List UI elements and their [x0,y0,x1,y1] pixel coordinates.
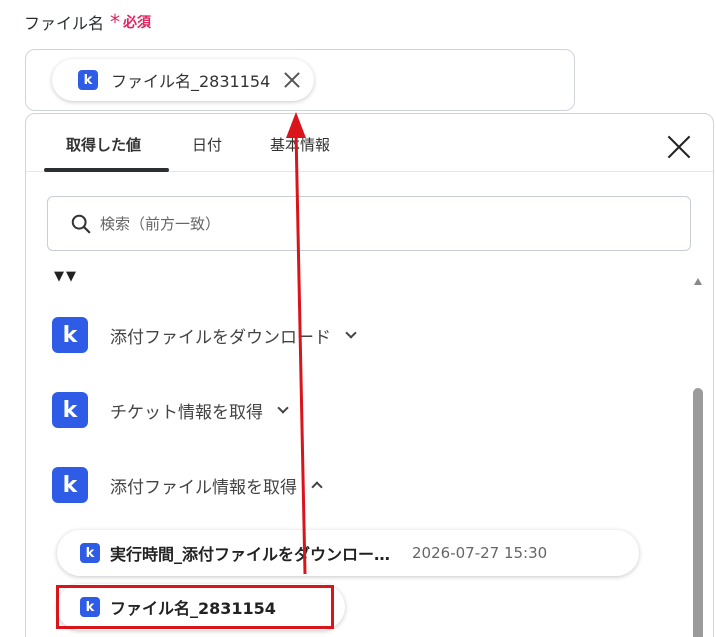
chip-label: ファイル名_2831154 [111,72,271,91]
tab-basic-info[interactable]: 基本情報 [270,134,330,155]
field-label-text: ファイル名 [24,14,105,33]
required-star: * [110,10,121,34]
section-get-ticket-info[interactable]: k チケット情報を取得 [52,390,289,430]
search-box[interactable] [47,196,691,251]
required-text: 必須 [123,15,152,31]
tab-bar: 取得した値 日付 基本情報 [26,114,713,172]
section-label: 添付ファイルをダウンロード [110,327,331,348]
tab-acquired-values[interactable]: 取得した値 [66,134,141,155]
value-picker-panel: 取得した値 日付 基本情報 ▼▼ k 添付ファイルをダウンロード k チケット情… [25,113,714,637]
scrollbar[interactable] [691,274,705,637]
tab-date[interactable]: 日付 [192,134,222,155]
scrollbar-thumb[interactable] [693,388,703,637]
chevron-down-icon [345,327,357,339]
item-label: 実行時間_添付ファイルをダウンロー… [110,545,391,564]
chevron-down-icon [277,402,289,414]
k-icon: k [52,467,88,503]
search-icon [71,214,91,233]
k-icon: k [78,70,98,90]
section-label: チケット情報を取得 [110,402,263,423]
item-label: ファイル名_2831154 [110,599,276,618]
chevron-up-icon [311,481,323,493]
search-input[interactable] [100,214,660,233]
section-get-attachment-info[interactable]: k 添付ファイル情報を取得 [52,465,323,505]
section-label: 添付ファイル情報を取得 [110,477,297,498]
section-download-attachment[interactable]: k 添付ファイルをダウンロード [52,315,357,355]
filename-field[interactable]: k ファイル名_2831154 [25,49,575,111]
scroll-up-icon[interactable] [694,278,702,285]
k-icon: k [52,392,88,428]
active-tab-indicator [44,168,169,172]
close-icon[interactable] [666,134,692,160]
item-value: 2026-07-27 15:30 [412,544,548,562]
k-icon: k [80,543,100,563]
value-chip[interactable]: k ファイル名_2831154 [52,59,315,101]
list-item[interactable]: k 実行時間_添付ファイルをダウンロー… 2026-07-27 15:30 [57,530,639,576]
collapse-all-icon[interactable]: ▼▼ [54,269,78,284]
list-item[interactable]: k ファイル名_2831154 [57,584,345,630]
close-icon[interactable] [284,72,300,88]
k-icon: k [52,317,88,353]
field-label: ファイル名 * 必須 [24,10,151,34]
k-icon: k [80,597,100,617]
